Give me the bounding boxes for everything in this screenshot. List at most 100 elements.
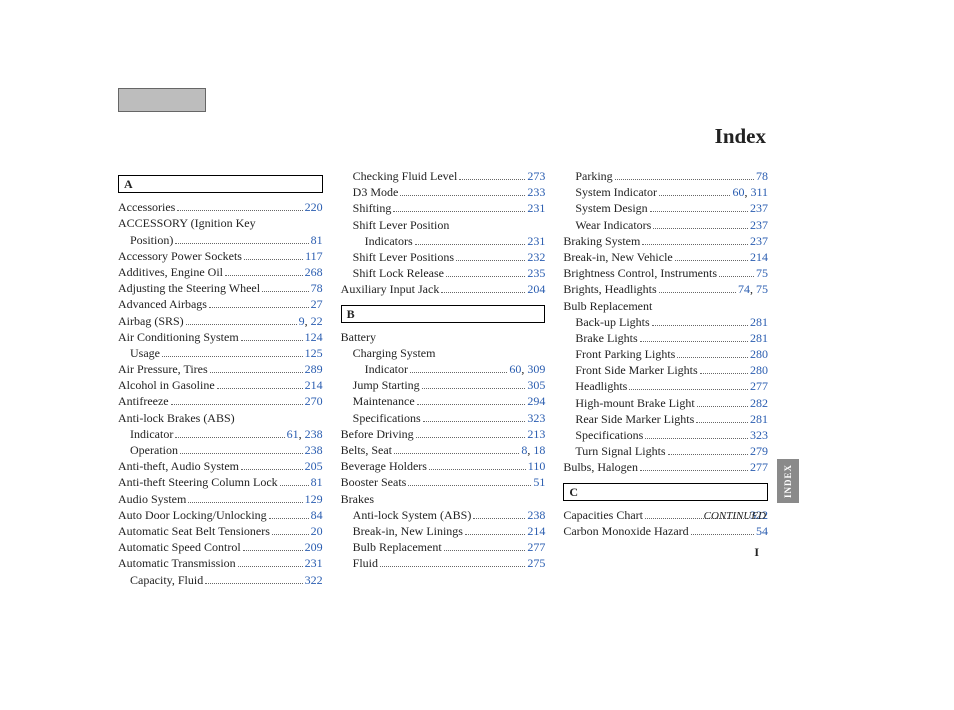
page-link[interactable]: 61 <box>287 427 299 441</box>
index-entry-pages: 237 <box>750 217 768 233</box>
index-entry: Beverage Holders110 <box>341 458 546 474</box>
index-entry: Brights, Headlights74, 75 <box>563 281 768 297</box>
index-entry: Brightness Control, Instruments75 <box>563 265 768 281</box>
page-link[interactable]: 231 <box>527 201 545 215</box>
index-entry-pages: 78 <box>311 280 323 296</box>
index-entry: Operation238 <box>118 442 323 458</box>
page-link[interactable]: 110 <box>528 459 546 473</box>
page-link[interactable]: 125 <box>305 346 323 360</box>
page-link[interactable]: 282 <box>750 396 768 410</box>
page-link[interactable]: 54 <box>756 524 768 538</box>
page-link[interactable]: 237 <box>750 218 768 232</box>
leader-dots <box>459 169 525 180</box>
page-link[interactable]: 279 <box>750 444 768 458</box>
leader-dots <box>244 249 303 260</box>
page-link[interactable]: 204 <box>527 282 545 296</box>
page-link[interactable]: 289 <box>305 362 323 376</box>
page-link[interactable]: 277 <box>750 460 768 474</box>
leader-dots <box>668 445 748 456</box>
page-link[interactable]: 214 <box>305 378 323 392</box>
page-link[interactable]: 81 <box>311 233 323 247</box>
page-link[interactable]: 22 <box>311 314 323 328</box>
page-link[interactable]: 238 <box>527 508 545 522</box>
page-link[interactable]: 270 <box>305 394 323 408</box>
leader-dots <box>645 428 748 439</box>
page-link[interactable]: 322 <box>305 573 323 587</box>
page-link[interactable]: 280 <box>750 363 768 377</box>
page-link[interactable]: 323 <box>750 428 768 442</box>
page-link[interactable]: 281 <box>750 331 768 345</box>
index-entry: Capacity, Fluid322 <box>118 572 323 588</box>
leader-dots <box>652 315 748 326</box>
page-link[interactable]: 214 <box>527 524 545 538</box>
page-link[interactable]: 74 <box>738 282 750 296</box>
page-link[interactable]: 323 <box>527 411 545 425</box>
index-entry-label: Auxiliary Input Jack <box>341 281 440 297</box>
index-entry: D3 Mode233 <box>341 184 546 200</box>
page-link[interactable]: 220 <box>305 200 323 214</box>
index-entry-pages: 233 <box>527 184 545 200</box>
page-link[interactable]: 280 <box>750 347 768 361</box>
page-link[interactable]: 233 <box>527 185 545 199</box>
page-link[interactable]: 231 <box>305 556 323 570</box>
page-link[interactable]: 117 <box>305 249 323 263</box>
page-link[interactable]: 214 <box>750 250 768 264</box>
page-link[interactable]: 18 <box>533 443 545 457</box>
page-link[interactable]: 78 <box>756 169 768 183</box>
page-link[interactable]: 294 <box>527 394 545 408</box>
page-link[interactable]: 205 <box>305 459 323 473</box>
page-link[interactable]: 237 <box>750 234 768 248</box>
index-entry-pages: 323 <box>750 427 768 443</box>
page-link[interactable]: 60 <box>732 185 744 199</box>
index-entry-pages: 232 <box>527 249 545 265</box>
index-entry-pages: 84 <box>311 507 323 523</box>
page-link[interactable]: 273 <box>527 169 545 183</box>
index-entry: Bulb Replacement277 <box>341 539 546 555</box>
page-link[interactable]: 305 <box>527 378 545 392</box>
page-link[interactable]: 281 <box>750 315 768 329</box>
index-entry-label: Front Side Marker Lights <box>575 362 697 378</box>
page-link[interactable]: 27 <box>311 297 323 311</box>
page-link[interactable]: 268 <box>305 265 323 279</box>
page-link[interactable]: 309 <box>527 362 545 376</box>
page-link[interactable]: 213 <box>527 427 545 441</box>
page-link[interactable]: 209 <box>305 540 323 554</box>
page-link[interactable]: 238 <box>305 427 323 441</box>
page-link[interactable]: 311 <box>750 185 768 199</box>
page-link[interactable]: 81 <box>311 475 323 489</box>
index-entry-label: Break-in, New Vehicle <box>563 249 672 265</box>
page-link[interactable]: 238 <box>305 443 323 457</box>
page-link[interactable]: 84 <box>311 508 323 522</box>
page-link[interactable]: 275 <box>527 556 545 570</box>
index-entry: Jump Starting305 <box>341 377 546 393</box>
page-link[interactable]: 277 <box>750 379 768 393</box>
index-entry-label: Shift Lever Position <box>353 217 450 233</box>
index-entry: Anti-theft Steering Column Lock81 <box>118 474 323 490</box>
page-link[interactable]: 60 <box>509 362 521 376</box>
page-link[interactable]: 237 <box>750 201 768 215</box>
page-link[interactable]: 75 <box>756 282 768 296</box>
index-entry-pages: 277 <box>527 539 545 555</box>
page-link[interactable]: 281 <box>750 412 768 426</box>
page-link[interactable]: 51 <box>533 475 545 489</box>
leader-dots <box>393 202 525 213</box>
index-entry-label: Rear Side Marker Lights <box>575 411 694 427</box>
page-link[interactable]: 231 <box>527 234 545 248</box>
page-link[interactable]: 129 <box>305 492 323 506</box>
page-link[interactable]: 8 <box>521 443 527 457</box>
page-link[interactable]: 232 <box>527 250 545 264</box>
page-link[interactable]: 9 <box>299 314 305 328</box>
page-link[interactable]: 78 <box>311 281 323 295</box>
page-link[interactable]: 20 <box>311 524 323 538</box>
page-link[interactable]: 75 <box>756 266 768 280</box>
leader-dots <box>408 476 531 487</box>
index-entry-pages: 273 <box>527 168 545 184</box>
index-entry-label: Bulbs, Halogen <box>563 459 638 475</box>
page-link[interactable]: 124 <box>305 330 323 344</box>
page-link[interactable]: 277 <box>527 540 545 554</box>
index-entry: Adjusting the Steering Wheel78 <box>118 280 323 296</box>
index-entry: Charging System <box>341 345 546 361</box>
index-entry-pages: 204 <box>527 281 545 297</box>
page-link[interactable]: 235 <box>527 266 545 280</box>
leader-dots <box>205 573 302 584</box>
